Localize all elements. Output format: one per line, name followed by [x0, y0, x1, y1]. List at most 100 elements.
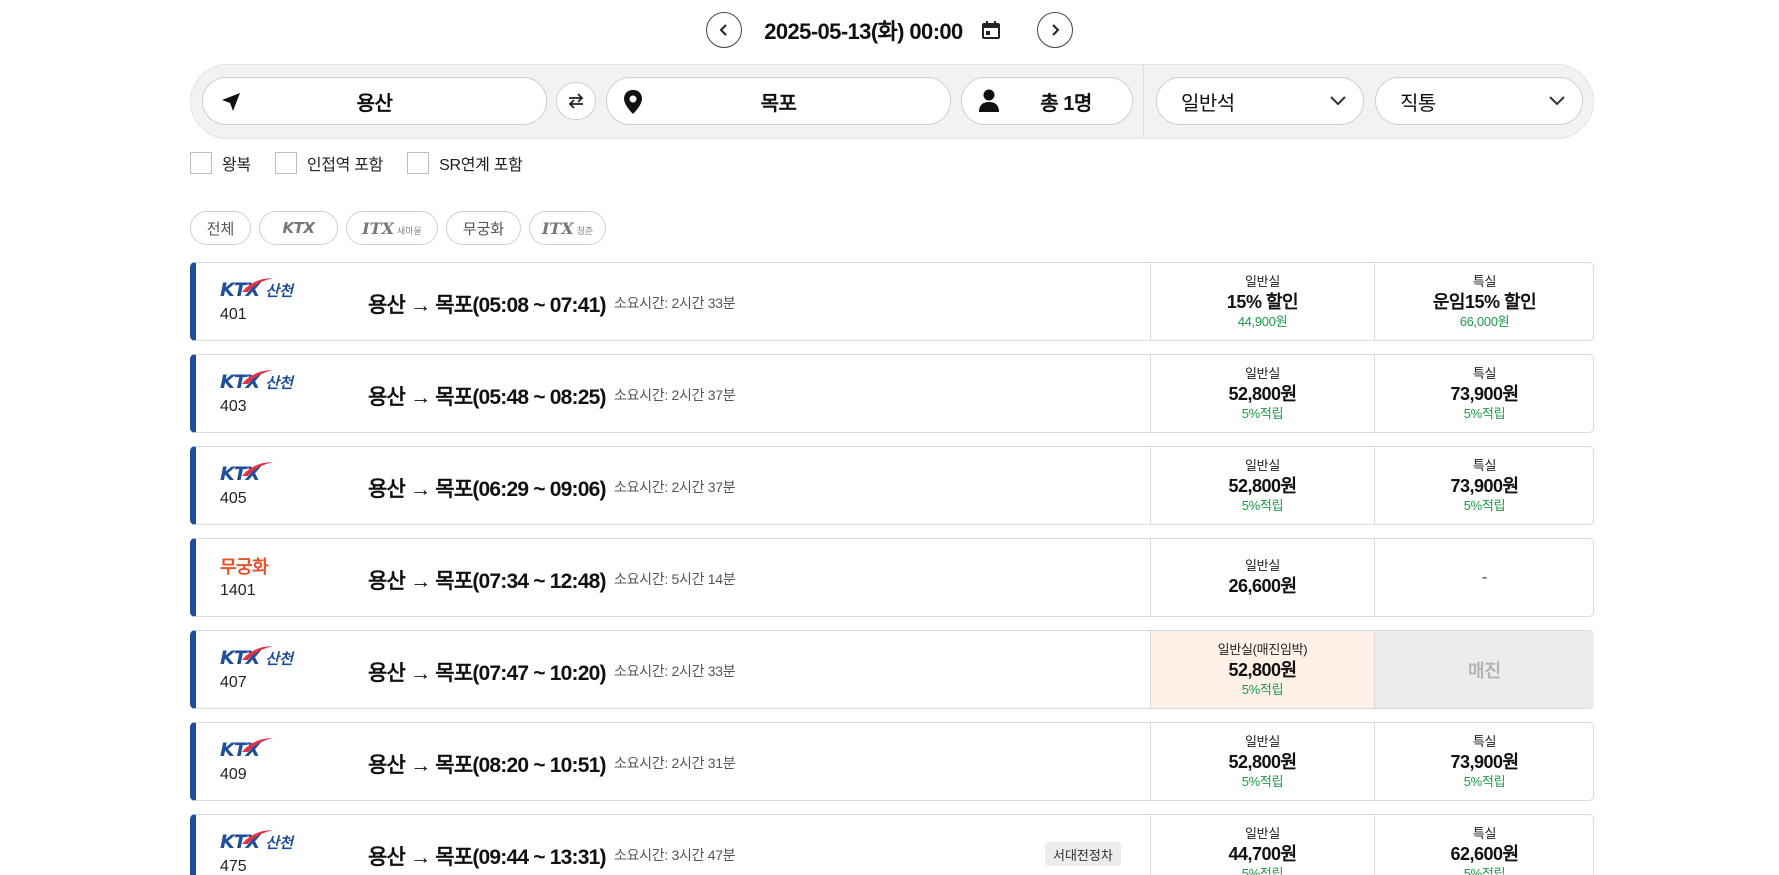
filter-all[interactable]: 전체	[190, 211, 251, 245]
train-brand: KTX 산천	[220, 277, 293, 303]
seat-sub-info: 5%적립	[1241, 497, 1284, 513]
train-route: 용산 → 목포(07:34 ~ 12:48)	[368, 570, 607, 593]
route-type-value: 직통	[1400, 92, 1436, 115]
seat-price: 44,700원	[1228, 843, 1297, 864]
seat-price: 52,800원	[1228, 475, 1297, 496]
filter-itx-saemaeul[interactable]: ITX 새마을	[346, 211, 438, 245]
train-row[interactable]: KTX 산천 407 용산 → 목포(07:47 ~ 10:20) 소요시간: 2시간 …	[190, 630, 1594, 709]
seat-price: 73,900원	[1450, 383, 1519, 404]
seat-price: 26,600원	[1228, 575, 1297, 596]
arrival-station-label: 목포	[760, 92, 797, 115]
seat-sub-info: 5%적립	[1463, 773, 1506, 789]
train-row[interactable]: 무궁화 1401 용산 → 목포(07:34 ~ 12:48) 소요시간: 5시간 1…	[190, 538, 1594, 617]
itx-cheongchun-text: ITX	[541, 218, 574, 238]
general-seat-button[interactable]: 일반실(매진임박) 52,800원 5%적립	[1150, 631, 1374, 708]
train-brand: KTX 산천	[220, 369, 293, 395]
arrival-station-button[interactable]: 목포	[606, 77, 951, 125]
seat-sub-info: 5%적립	[1241, 865, 1284, 875]
itx-saemaeul-text: ITX	[362, 218, 394, 238]
travel-duration: 소요시간: 2시간 33분	[614, 663, 736, 679]
train-route: 용산 → 목포(05:48 ~ 08:25)	[368, 386, 607, 409]
nearby-stations-checkbox[interactable]	[274, 152, 297, 174]
option-round-trip[interactable]: 왕복	[190, 151, 251, 175]
train-number: 1401	[220, 582, 256, 599]
option-sr-connection[interactable]: SR연계 포함	[407, 151, 523, 175]
seat-class-name: 특실	[1472, 273, 1497, 289]
train-row[interactable]: KTX 산천 475 용산 → 목포(09:44 ~ 13:31) 소요시간: 3시간 …	[190, 814, 1594, 875]
unavailable-label: -	[1481, 568, 1488, 586]
option-nearby-stations[interactable]: 인접역 포함	[274, 151, 383, 175]
train-route: 용산 → 목포(06:29 ~ 09:06)	[368, 478, 607, 501]
general-seat-button[interactable]: 일반실 44,700원 5%적립	[1150, 815, 1374, 875]
ktx-logo: KTX	[220, 830, 273, 853]
filter-itx-cheongchun[interactable]: ITX 청춘	[529, 211, 606, 245]
seat-price: 73,900원	[1450, 751, 1519, 772]
special-seat-button[interactable]: 특실 62,600원 5%적립	[1374, 815, 1594, 875]
general-seat-button[interactable]: 일반실 52,800원 5%적립	[1150, 355, 1374, 432]
filter-mugunghwa[interactable]: 무궁화	[446, 211, 521, 245]
special-seat-button: 매진	[1374, 631, 1594, 708]
sr-connection-checkbox[interactable]	[407, 152, 430, 174]
round-trip-checkbox[interactable]	[190, 152, 212, 174]
special-seat-button[interactable]: 특실 73,900원 5%적립	[1374, 355, 1594, 432]
general-seat-button[interactable]: 일반실 15% 할인 44,900원	[1150, 263, 1374, 340]
passenger-count-label: 총 1명	[1040, 92, 1092, 115]
filter-all-label: 전체	[206, 220, 235, 238]
train-brand: KTX 산천	[220, 645, 293, 671]
ktx-logo: KTX	[220, 278, 273, 301]
train-brand: KTX	[220, 461, 273, 487]
special-seat-button[interactable]: 특실 73,900원 5%적립	[1374, 723, 1594, 800]
train-row[interactable]: KTX 409 용산 → 목포(08:20 ~ 10:51) 소요시간: 2시간 31…	[190, 722, 1594, 801]
passenger-count-button[interactable]: 총 1명	[961, 77, 1133, 125]
travel-duration: 소요시간: 2시간 37분	[614, 387, 736, 403]
departure-station-button[interactable]: 용산	[202, 77, 547, 125]
general-seat-button[interactable]: 일반실 26,600원	[1150, 539, 1374, 616]
itx-saemaeul-sub: 새마을	[396, 225, 422, 236]
seat-class-name: 특실	[1472, 825, 1497, 841]
special-seat-button[interactable]: 특실 73,900원 5%적립	[1374, 447, 1594, 524]
seat-price: 62,600원	[1450, 843, 1519, 864]
itx-cheongchun-sub: 청춘	[576, 225, 594, 236]
filter-ktx[interactable]: KTX	[259, 211, 338, 245]
seat-class-name: 일반실	[1245, 733, 1280, 749]
swap-stations-button[interactable]	[556, 82, 596, 120]
search-options: 왕복 인접역 포함 SR연계 포함	[190, 151, 547, 175]
seat-class-name: 특실	[1472, 733, 1497, 749]
train-row[interactable]: KTX 산천 403 용산 → 목포(05:48 ~ 08:25) 소요시간: 2시간 …	[190, 354, 1594, 433]
ktx-logo: KTX	[220, 738, 273, 761]
route-type-select[interactable]: 직통	[1375, 77, 1583, 125]
train-row[interactable]: KTX 산천 401 용산 → 목포(05:08 ~ 07:41) 소요시간: 2시간 …	[190, 262, 1594, 341]
seat-class-value: 일반석	[1181, 92, 1235, 115]
train-list: KTX 산천 401 용산 → 목포(05:08 ~ 07:41) 소요시간: 2시간 …	[190, 262, 1594, 875]
next-date-button[interactable]	[1036, 12, 1073, 48]
filter-mugunghwa-label: 무궁화	[462, 220, 505, 238]
travel-duration: 소요시간: 2시간 33분	[614, 295, 736, 311]
train-number: 409	[220, 766, 247, 783]
seat-sub-info: 66,000원	[1459, 313, 1510, 329]
calendar-icon[interactable]	[979, 18, 1003, 42]
train-route: 용산 → 목포(09:44 ~ 13:31)	[368, 846, 607, 869]
general-seat-button[interactable]: 일반실 52,800원 5%적립	[1150, 723, 1374, 800]
ktx-logo: KTX	[282, 219, 315, 237]
ktx-swoosh-icon	[242, 462, 273, 476]
departure-station-label: 용산	[356, 92, 393, 115]
round-trip-label: 왕복	[222, 157, 251, 174]
chevron-down-icon	[1330, 96, 1346, 106]
train-number: 407	[220, 674, 247, 691]
date-navigation: 2025-05-13(화) 00:00	[0, 11, 1779, 49]
seat-class-select[interactable]: 일반석	[1156, 77, 1364, 125]
train-type-filters: 전체 KTX ITX 새마을 무궁화 ITX 청춘	[190, 211, 614, 245]
date-label[interactable]: 2025-05-13(화) 00:00	[764, 14, 963, 46]
prev-date-button[interactable]	[706, 12, 743, 48]
special-seat-button[interactable]: 특실 운임15% 할인 66,000원	[1374, 263, 1594, 340]
train-number: 401	[220, 306, 247, 323]
train-number: 475	[220, 858, 247, 875]
stop-tag: 서대전정차	[1045, 842, 1121, 866]
train-row[interactable]: KTX 405 용산 → 목포(06:29 ~ 09:06) 소요시간: 2시간 37…	[190, 446, 1594, 525]
swap-icon	[568, 93, 584, 109]
person-icon	[978, 89, 1000, 118]
general-seat-button[interactable]: 일반실 52,800원 5%적립	[1150, 447, 1374, 524]
travel-duration: 소요시간: 3시간 47분	[614, 847, 736, 863]
ktx-logo: KTX	[220, 646, 273, 669]
seat-class-name: 특실	[1472, 365, 1497, 381]
